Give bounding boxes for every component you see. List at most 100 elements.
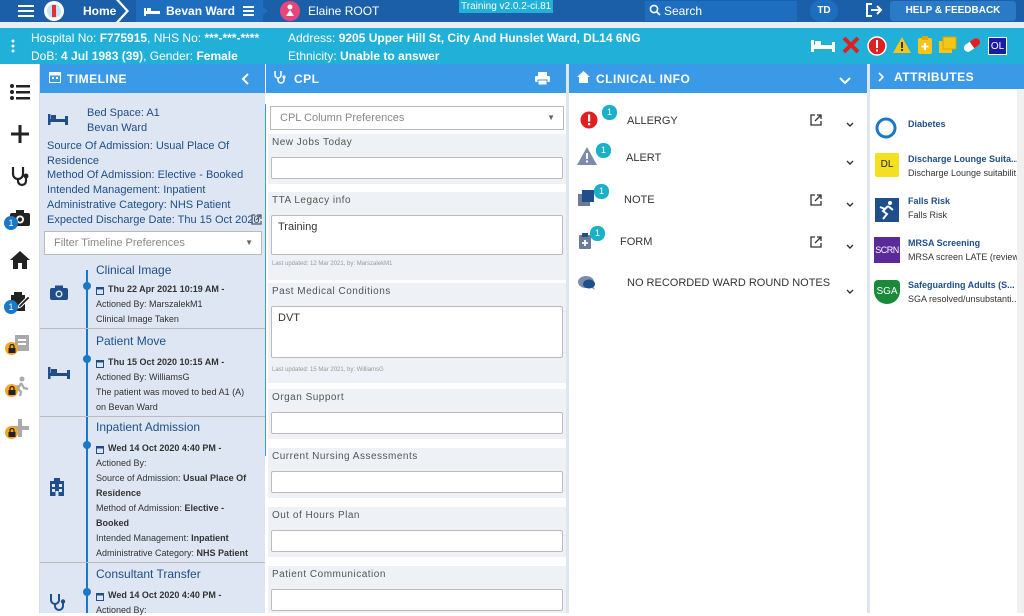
timeline-item-detail: Clinical Image Taken xyxy=(96,314,179,324)
patient-name: Elaine ROOT xyxy=(308,4,380,18)
chevron-down-icon[interactable] xyxy=(846,284,854,298)
ol-badge[interactable]: OL xyxy=(988,37,1007,55)
out-of-hours-plan-field[interactable] xyxy=(271,530,563,552)
current-nursing-assessments-field[interactable] xyxy=(271,471,563,493)
clinical-row-label: NO RECORDED WARD ROUND NOTES xyxy=(627,277,831,289)
collapse-down-icon[interactable] xyxy=(839,74,851,88)
bed-space: Bed Space: A1 xyxy=(87,107,160,119)
list-icon[interactable] xyxy=(6,78,34,106)
cpl-column-preferences-select[interactable]: CPL Column Preferences ▼ xyxy=(270,106,564,130)
attribute-falls-risk[interactable]: Falls Risk Falls Risk xyxy=(870,193,1024,225)
cpl-section-label: Current Nursing Assessments xyxy=(268,448,566,468)
patient-menu-icon[interactable] xyxy=(11,39,15,56)
search-button[interactable]: Search xyxy=(645,1,797,21)
clinical-row-form[interactable]: 1 FORM xyxy=(569,223,867,261)
past-medical-conditions-field[interactable]: DVT xyxy=(271,306,563,358)
chevron-down-icon[interactable] xyxy=(846,197,854,211)
hospital-number: F775915 xyxy=(99,31,148,45)
medication-icon[interactable] xyxy=(962,37,982,56)
notes-badge: 1 xyxy=(4,300,18,314)
user-avatar[interactable]: TD xyxy=(810,0,838,22)
hospital-label: Hospital No: xyxy=(31,31,100,45)
organ-support-field[interactable] xyxy=(271,412,563,434)
clinical-row-note[interactable]: 1 NOTE xyxy=(569,181,867,219)
chevron-down-icon[interactable] xyxy=(846,117,854,131)
external-link-icon[interactable] xyxy=(810,194,822,209)
cpl-section-label: Organ Support xyxy=(268,389,566,409)
stethoscope-icon[interactable] xyxy=(6,162,34,190)
attributes-title: ATTRIBUTES xyxy=(894,70,975,84)
external-link-icon[interactable] xyxy=(810,236,822,251)
patient-breadcrumb[interactable]: Elaine ROOT xyxy=(280,0,379,22)
home-breadcrumb[interactable]: Home xyxy=(83,0,116,22)
calendar-icon xyxy=(96,357,104,371)
count-badge: 1 xyxy=(590,226,605,241)
intended-management: Intended Management: Inpatient xyxy=(47,184,206,196)
bed-status-icon[interactable] xyxy=(811,38,835,55)
attribute-discharge-lounge[interactable]: DL Discharge Lounge Suita... Discharge L… xyxy=(870,151,1024,183)
warning-icon[interactable] xyxy=(892,36,912,57)
alert-circle-icon[interactable] xyxy=(867,36,887,59)
add-icon[interactable] xyxy=(6,120,34,148)
timeline-item-patient-move[interactable]: Patient Move Thu 15 Oct 2020 10:15 AM - … xyxy=(40,332,265,416)
attribute-safeguarding[interactable]: SGA Safeguarding Adults (S... SGA resolv… xyxy=(870,277,1024,309)
tta-legacy-info-field[interactable]: Training xyxy=(271,215,563,255)
attribute-mrsa-screening[interactable]: SCRN MRSA Screening MRSA screen LATE (re… xyxy=(870,235,1024,267)
search-label: Search xyxy=(664,4,703,18)
timeline-dot xyxy=(83,441,91,449)
timeline-dot xyxy=(83,355,91,363)
ring-icon xyxy=(875,117,897,142)
hospital-building-icon xyxy=(49,478,65,499)
count-badge: 1 xyxy=(594,184,609,199)
expected-discharge-date: Expected Discharge Date: Thu 15 Oct 2020 xyxy=(47,214,260,226)
external-link-icon[interactable] xyxy=(251,214,262,228)
patient-communication-field[interactable] xyxy=(271,589,563,611)
home-icon[interactable] xyxy=(6,246,34,274)
timeline-item-actioned: Actioned By: WilliamsG xyxy=(96,372,190,382)
allergy-icon xyxy=(580,111,598,132)
chat-bubble-icon xyxy=(577,275,597,294)
timeline-item-title: Patient Move xyxy=(96,334,167,348)
clinical-row-allergy[interactable]: 1 ALLERGY xyxy=(569,103,867,141)
scrollbar[interactable] xyxy=(1017,90,1024,613)
ward-breadcrumb[interactable]: Bevan Ward xyxy=(136,0,263,22)
logout-icon[interactable] xyxy=(865,2,883,21)
help-feedback-button[interactable]: HELP & FEEDBACK xyxy=(890,1,1016,21)
timeline-title: TIMELINE xyxy=(67,71,127,86)
last-updated-text: Last updated: 12 Mar 2021, by: Marszalek… xyxy=(272,261,393,267)
timeline-item-inpatient-admission[interactable]: Inpatient Admission Wed 14 Oct 2020 4:40… xyxy=(40,418,265,562)
timeline-item-actioned: Actioned By: xyxy=(96,605,147,615)
collapse-left-icon[interactable] xyxy=(241,73,249,88)
no-consent-icon[interactable] xyxy=(842,36,860,57)
ethnicity-label: Ethnicity: xyxy=(288,49,341,63)
timeline-item-consultant-transfer[interactable]: Consultant Transfer Wed 14 Oct 2020 4:40… xyxy=(40,565,265,615)
filter-timeline-select[interactable]: Filter Timeline Preferences ▼ xyxy=(44,231,262,255)
expand-right-icon[interactable] xyxy=(878,71,885,85)
timeline-item-actioned: Actioned By: MarszalekM1 xyxy=(96,299,203,309)
clinical-row-ward-round[interactable]: NO RECORDED WARD ROUND NOTES xyxy=(569,265,867,303)
chevron-down-icon[interactable] xyxy=(846,155,854,169)
menu-icon[interactable] xyxy=(18,0,34,22)
clipboard-icon[interactable] xyxy=(917,35,933,58)
lock-icon xyxy=(5,384,18,397)
chevron-down-icon[interactable] xyxy=(846,239,854,253)
cpl-section-label: New Jobs Today xyxy=(268,134,566,154)
nhs-label: , NHS No: xyxy=(147,31,205,45)
timeline-dot xyxy=(83,588,91,596)
search-icon xyxy=(649,4,661,19)
notes-stack-icon[interactable] xyxy=(938,36,958,57)
print-icon[interactable] xyxy=(535,72,550,88)
external-link-icon[interactable] xyxy=(810,114,822,129)
attribute-diabetes[interactable]: Diabetes xyxy=(870,113,1024,143)
new-jobs-today-field[interactable] xyxy=(271,157,563,179)
method-of-admission: Method Of Admission: Elective - Booked xyxy=(47,169,244,181)
detail-value: Elective - xyxy=(184,503,225,513)
timeline-item-detail: The patient was moved to bed A1 (A) xyxy=(96,387,245,397)
cpl-preferences-placeholder: CPL Column Preferences xyxy=(280,112,405,124)
app-logo[interactable] xyxy=(40,0,68,22)
dob-info: DoB: 4 Jul 1983 (39), Gender: Female xyxy=(31,49,238,63)
house-icon xyxy=(577,71,590,86)
timeline-item-clinical-image[interactable]: Clinical Image Thu 22 Apr 2021 10:19 AM … xyxy=(40,260,265,328)
clinical-row-alert[interactable]: 1 ALERT xyxy=(569,141,867,179)
timeline-item-detail: Source of Admission: Usual Place Of xyxy=(96,473,246,483)
